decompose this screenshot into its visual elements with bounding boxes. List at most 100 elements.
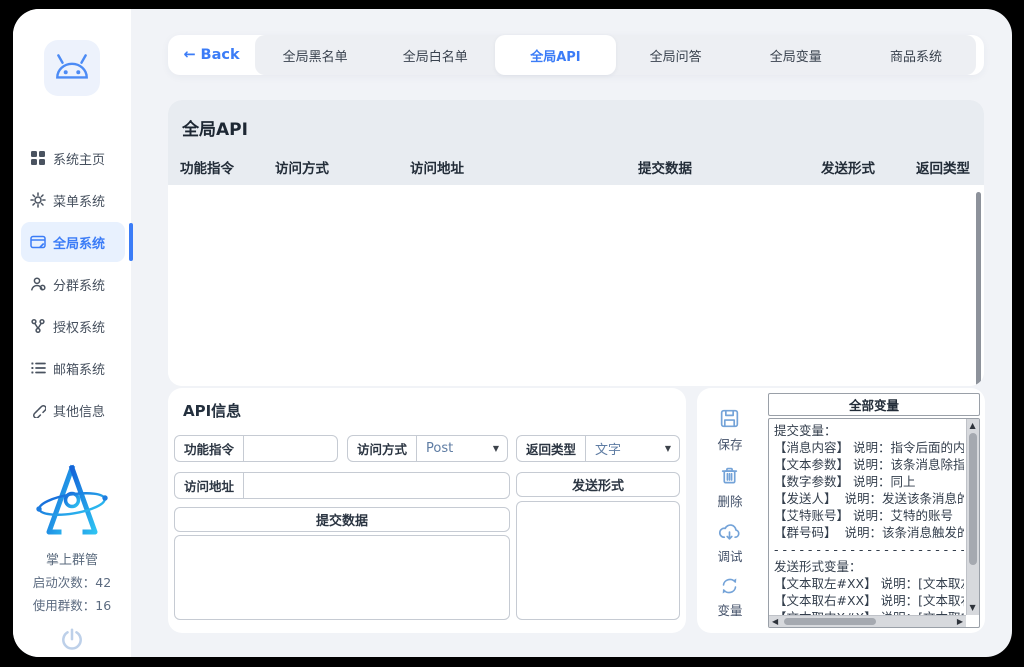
method-select[interactable]: 访问方式 Post ▼ <box>347 435 508 462</box>
all-variables-box: 全部变量 提交变量：【消息内容】 说明：指令后面的内容【文本参数】 说明：该条消… <box>768 393 980 628</box>
group-count: 使用群数：16 <box>13 595 131 614</box>
brand-logo <box>34 461 110 541</box>
url-input[interactable] <box>244 473 509 498</box>
variable-line: 【发送人】 说明：发送该条消息的账 <box>774 490 964 507</box>
sidebar-footer: 掌上群管 启动次数：42 使用群数：16 <box>13 461 131 657</box>
tab-goods-system[interactable]: 商品系统 <box>856 35 976 75</box>
debug-button[interactable]: 调试 <box>717 521 742 565</box>
active-menu-indicator <box>129 223 133 261</box>
tab-global-qa[interactable]: 全局问答 <box>616 35 736 75</box>
method-value: Post <box>417 441 493 456</box>
command-input[interactable] <box>244 436 337 461</box>
debug-label: 调试 <box>717 546 742 565</box>
global-api-table-panel: 全局API 功能指令 访问方式 访问地址 提交数据 发送形式 返回类型 <box>168 100 984 386</box>
variables-refresh-icon <box>718 576 741 596</box>
tab-global-variables[interactable]: 全局变量 <box>736 35 856 75</box>
variables-content: 提交变量：【消息内容】 说明：指令后面的内容【文本参数】 说明：该条消息除指令外… <box>768 418 980 628</box>
sidebar-item-label: 全局系统 <box>53 233 105 252</box>
chevron-down-icon: ▼ <box>493 444 507 453</box>
chevron-down-icon: ▼ <box>665 444 679 453</box>
sidebar-item-label: 菜单系统 <box>53 191 105 210</box>
action-buttons: 保存 删除 <box>697 396 763 619</box>
sidebar-item-menu-system[interactable]: 菜单系统 <box>21 180 125 220</box>
power-button[interactable] <box>13 626 131 657</box>
table-scrollbar[interactable] <box>976 192 981 386</box>
delete-label: 删除 <box>717 491 742 510</box>
return-type-select[interactable]: 返回类型 文字 ▼ <box>516 435 680 462</box>
android-robot-icon <box>51 52 93 84</box>
app-logo <box>44 40 100 96</box>
top-nav: ← Back 全局黑名单 全局白名单 全局API 全局问答 全局变量 商品系统 <box>168 35 984 75</box>
send-form-textarea[interactable] <box>516 501 680 620</box>
horizontal-scroll-thumb[interactable] <box>784 618 876 625</box>
api-info-panel: API信息 功能指令 访问方式 Post ▼ 返回类型 文字 ▼ 访问地址 发送… <box>168 388 686 633</box>
sidebar-item-label: 其他信息 <box>53 401 105 420</box>
vertical-scroll-thumb[interactable] <box>969 433 977 565</box>
person-icon <box>30 276 46 292</box>
window-icon <box>30 234 46 250</box>
tab-global-blacklist[interactable]: 全局黑名单 <box>255 35 375 75</box>
table-title: 全局API <box>182 115 248 140</box>
variables-label: 变量 <box>717 600 742 619</box>
col-submit-data: 提交数据 <box>638 157 692 177</box>
col-method: 访问方式 <box>275 157 329 177</box>
variables-horizontal-scrollbar[interactable]: ◀ ▶ <box>769 615 966 627</box>
table-body-empty <box>168 185 984 386</box>
url-field: 访问地址 <box>174 472 510 499</box>
gear-icon <box>30 192 46 208</box>
scroll-up-icon[interactable]: ▲ <box>970 422 976 430</box>
delete-button[interactable]: 删除 <box>717 464 742 510</box>
sidebar: 系统主页 菜单系统 全局系 <box>13 9 131 657</box>
variables-title: 全部变量 <box>768 393 980 416</box>
scroll-right-icon[interactable]: ▶ <box>957 618 963 626</box>
table-header: 全局API 功能指令 访问方式 访问地址 提交数据 发送形式 返回类型 <box>168 100 984 185</box>
variable-line: 【文本取右#XX】 说明：[文本取右#3 <box>774 592 964 609</box>
variables-vertical-scrollbar[interactable]: ▲ ▼ <box>966 419 979 615</box>
sidebar-item-mail-system[interactable]: 邮箱系统 <box>21 348 125 388</box>
variable-line: 【消息内容】 说明：指令后面的内容 <box>774 439 964 456</box>
grid-icon <box>30 150 46 166</box>
tab-global-whitelist[interactable]: 全局白名单 <box>375 35 495 75</box>
variable-line: 【群号码】 说明：该条消息触发的群 <box>774 524 964 541</box>
variables-button[interactable]: 变量 <box>717 576 742 619</box>
share-icon <box>30 318 46 334</box>
back-button[interactable]: ← Back <box>168 35 255 75</box>
trash-icon <box>718 464 741 487</box>
command-label: 功能指令 <box>175 436 244 461</box>
col-send-form: 发送形式 <box>821 157 875 177</box>
tab-global-api[interactable]: 全局API <box>495 35 615 75</box>
variable-line: - - - - - - - - - - - - - - - - - - - - … <box>774 541 964 558</box>
debug-cloud-icon <box>717 521 742 542</box>
variable-line: 【艾特账号】 说明：艾特的账号 <box>774 507 964 524</box>
col-command: 功能指令 <box>180 157 234 177</box>
scroll-down-icon[interactable]: ▼ <box>970 604 976 612</box>
send-form-header: 发送形式 <box>516 472 680 497</box>
sidebar-item-group-system[interactable]: 分群系统 <box>21 264 125 304</box>
sidebar-item-label: 授权系统 <box>53 317 105 336</box>
sidebar-item-home[interactable]: 系统主页 <box>21 138 125 178</box>
col-url: 访问地址 <box>410 157 464 177</box>
launch-count: 启动次数：42 <box>13 572 131 591</box>
sidebar-item-global-system[interactable]: 全局系统 <box>21 222 125 262</box>
actions-variables-panel: 保存 删除 <box>697 388 985 633</box>
sidebar-menu: 系统主页 菜单系统 全局系 <box>21 138 125 432</box>
save-button[interactable]: 保存 <box>717 407 742 453</box>
list-icon <box>30 360 46 376</box>
sidebar-item-label: 系统主页 <box>53 149 105 168</box>
return-type-value: 文字 <box>586 439 665 458</box>
power-icon <box>58 626 86 654</box>
return-type-label: 返回类型 <box>517 436 586 461</box>
sidebar-item-label: 分群系统 <box>53 275 105 294</box>
scroll-left-icon[interactable]: ◀ <box>772 618 778 626</box>
sidebar-item-auth-system[interactable]: 授权系统 <box>21 306 125 346</box>
nav-tabstrip: 全局黑名单 全局白名单 全局API 全局问答 全局变量 商品系统 <box>255 35 976 75</box>
variable-line: 提交变量： <box>774 422 964 439</box>
method-label: 访问方式 <box>348 436 417 461</box>
sidebar-item-other-info[interactable]: 其他信息 <box>21 390 125 430</box>
save-icon <box>718 407 741 430</box>
app-frame: 系统主页 菜单系统 全局系 <box>13 9 1012 657</box>
variable-line: 【文本参数】 说明：该条消息除指令外 <box>774 456 964 473</box>
variable-line: 【数字参数】 说明：同上 <box>774 473 964 490</box>
col-return-type: 返回类型 <box>916 157 970 177</box>
submit-data-textarea[interactable] <box>174 535 510 620</box>
